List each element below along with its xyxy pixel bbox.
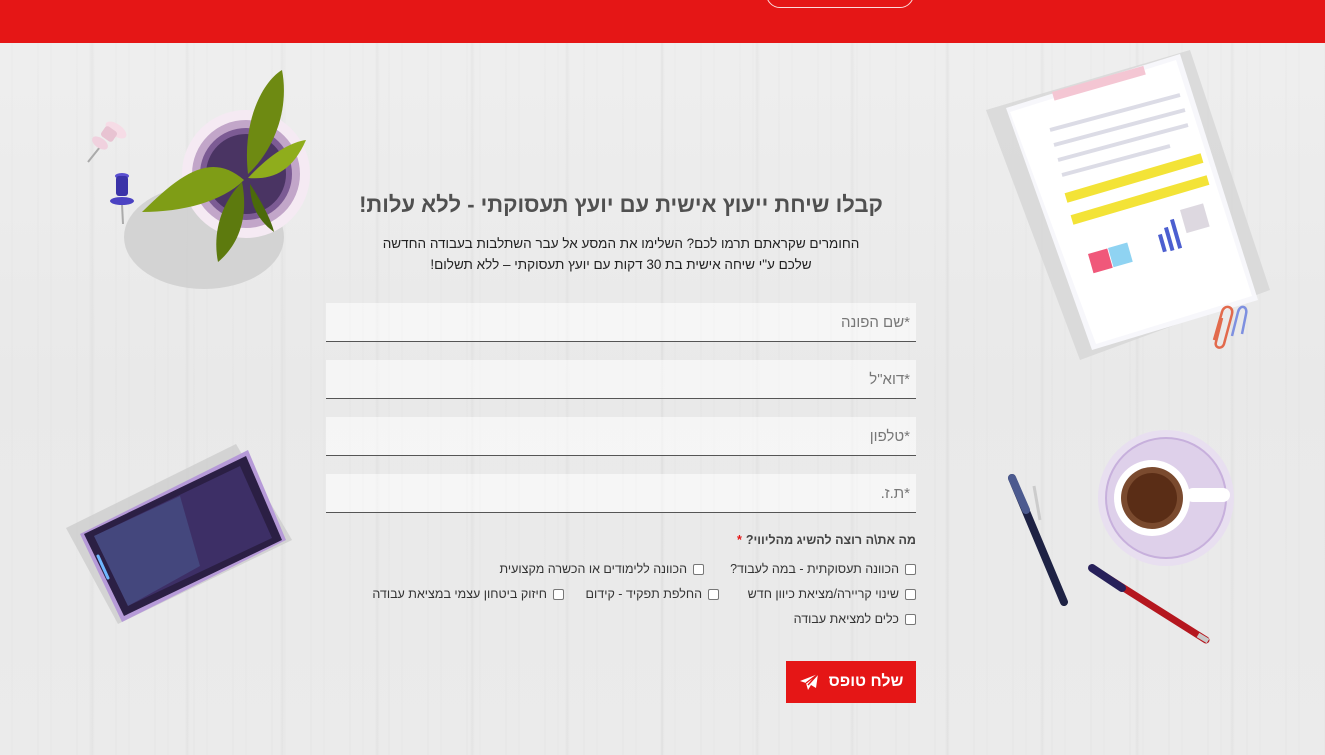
- option-self-confidence[interactable]: חיזוק ביטחון עצמי במציאת עבודה: [372, 587, 564, 601]
- checkbox[interactable]: [693, 563, 704, 575]
- red-pen-icon: [1088, 564, 1210, 644]
- option-study-guidance[interactable]: הכוונה ללימודים או הכשרה מקצועית: [499, 562, 704, 576]
- checkbox[interactable]: [905, 563, 916, 575]
- option-job-search-tools[interactable]: כלים למציאת עבודה: [794, 612, 916, 626]
- name-field[interactable]: [326, 303, 916, 341]
- option-label: כלים למציאת עבודה: [793, 612, 899, 626]
- option-label: שינוי קריירה/מציאת כיוון חדש: [747, 587, 899, 601]
- option-career-guidance[interactable]: הכוונה תעסוקתית - במה לעבוד?: [730, 562, 916, 576]
- goal-question: מה את\ה רוצה להשיג מהליווי?*: [737, 533, 916, 547]
- subtitle-line-2: שלכם ע"י שיחה אישית בת 30 דקות עם יועץ ת…: [430, 257, 812, 272]
- option-role-change[interactable]: החלפת תפקיד - קידום: [586, 587, 719, 601]
- name-field-container: [326, 303, 916, 342]
- checkbox[interactable]: [905, 613, 916, 625]
- tablet-illustration: [66, 444, 292, 624]
- plant-illustration: [124, 70, 310, 289]
- submit-button[interactable]: שלח טופס: [786, 661, 916, 703]
- goal-question-label: מה את\ה רוצה להשיג מהליווי?: [745, 533, 916, 547]
- checkbox[interactable]: [553, 588, 564, 600]
- id-number-field[interactable]: [326, 474, 916, 512]
- email-field-container: [326, 360, 916, 399]
- phone-field-container: [326, 417, 916, 456]
- option-label: חיזוק ביטחון עצמי במציאת עבודה: [372, 587, 547, 601]
- required-marker: *: [736, 533, 742, 547]
- top-bar: [0, 0, 1325, 43]
- submit-button-label: שלח טופס: [828, 673, 904, 690]
- form-subtitle: החומרים שקראתם תרמו לכם? השלימו את המסע …: [326, 233, 916, 275]
- page-title: קבלו שיחת ייעוץ אישית עם יועץ תעסוקתי - …: [359, 192, 883, 217]
- phone-field[interactable]: [326, 417, 916, 455]
- paper-plane-icon: [799, 673, 819, 691]
- pens-illustration: [1008, 474, 1210, 644]
- consultation-form: קבלו שיחת ייעוץ אישית עם יועץ תעסוקתי - …: [326, 185, 916, 703]
- subtitle-line-1: החומרים שקראתם תרמו לכם? השלימו את המסע …: [382, 236, 860, 251]
- option-label: הכוונה תעסוקתית - במה לעבוד?: [730, 562, 899, 576]
- top-bar-button[interactable]: [766, 0, 914, 8]
- checkbox[interactable]: [708, 588, 719, 600]
- document-illustration: [986, 50, 1270, 360]
- option-label: החלפת תפקיד - קידום: [585, 587, 702, 601]
- checkbox[interactable]: [905, 588, 916, 600]
- id-number-field-container: [326, 474, 916, 513]
- option-career-change[interactable]: שינוי קריירה/מציאת כיוון חדש: [748, 587, 916, 601]
- email-field[interactable]: [326, 360, 916, 398]
- option-label: הכוונה ללימודים או הכשרה מקצועית: [499, 562, 688, 576]
- black-pen-icon: [1008, 474, 1068, 606]
